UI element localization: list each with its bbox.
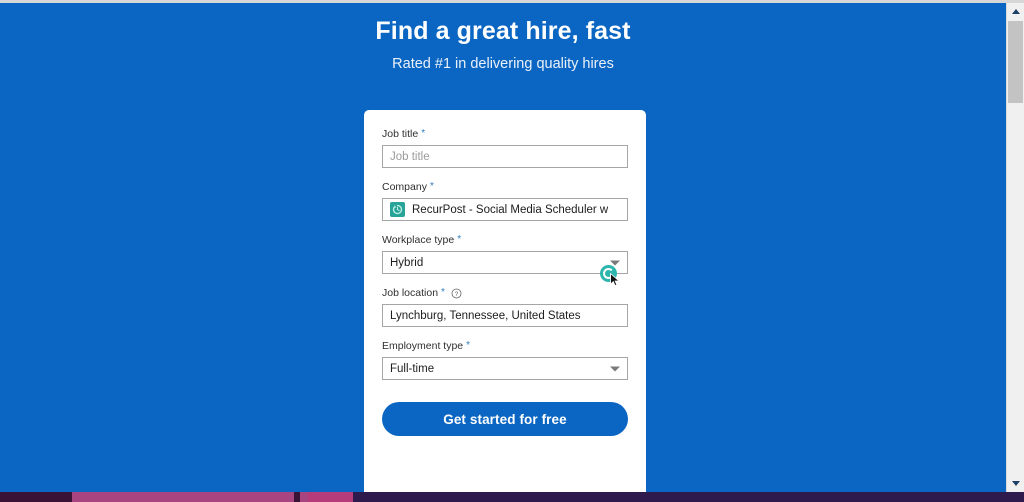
employment-type-select[interactable]: Full-time <box>382 357 628 380</box>
employment-type-value: Full-time <box>390 362 435 375</box>
field-job-title-label: Job title * <box>382 128 628 141</box>
field-job-location-label: Job location * ? <box>382 287 628 300</box>
get-started-button[interactable]: Get started for free <box>382 402 628 436</box>
workplace-type-select[interactable]: Hybrid <box>382 251 628 274</box>
help-question-icon[interactable]: ? <box>451 288 462 299</box>
field-workplace-type: Workplace type * Hybrid <box>382 234 628 274</box>
required-asterisk: * <box>429 180 434 192</box>
chevron-down-icon <box>610 260 620 265</box>
svg-text:?: ? <box>455 291 459 298</box>
field-job-location-label-text: Job location <box>382 287 439 299</box>
page-subtitle: Rated #1 in delivering quality hires <box>392 56 614 72</box>
job-post-form-card: Job title * Job title Company * RecurPos… <box>364 110 646 492</box>
job-title-input[interactable]: Job title <box>382 145 628 168</box>
taskbar-segment <box>300 492 308 502</box>
job-title-input-placeholder: Job title <box>390 150 430 163</box>
taskbar-segment <box>353 492 1024 502</box>
required-asterisk: * <box>441 286 445 298</box>
field-company-label: Company * <box>382 181 628 194</box>
scrollbar-thumb[interactable] <box>1008 21 1023 103</box>
job-location-value: Lynchburg, Tennessee, United States <box>390 309 581 322</box>
chevron-down-icon <box>610 366 620 371</box>
company-input[interactable]: RecurPost - Social Media Scheduler w <box>382 198 628 221</box>
field-employment-type: Employment type * Full-time <box>382 340 628 380</box>
workplace-type-value: Hybrid <box>390 256 424 269</box>
required-asterisk: * <box>466 339 471 351</box>
taskbar[interactable] <box>0 492 1024 502</box>
field-employment-type-label-text: Employment type <box>382 340 464 352</box>
field-workplace-type-label: Workplace type * <box>382 234 628 247</box>
browser-viewport: Find a great hire, fast Rated #1 in deli… <box>0 0 1024 502</box>
scroll-up-arrow-icon[interactable] <box>1007 3 1024 20</box>
field-job-location: Job location * ? Lynchburg, Tennessee, U… <box>382 287 628 327</box>
hero-section: Find a great hire, fast Rated #1 in deli… <box>0 3 1006 492</box>
job-location-input[interactable]: Lynchburg, Tennessee, United States <box>382 304 628 327</box>
field-company-label-text: Company <box>382 181 427 193</box>
taskbar-segment <box>72 492 294 502</box>
scroll-down-arrow-icon[interactable] <box>1007 475 1024 492</box>
field-workplace-type-label-text: Workplace type <box>382 234 455 246</box>
field-job-title: Job title * Job title <box>382 128 628 168</box>
required-asterisk: * <box>457 233 462 245</box>
field-job-title-label-text: Job title <box>382 128 419 140</box>
field-company: Company * RecurPost - Social Media Sched… <box>382 181 628 221</box>
cta-container: Get started for free <box>382 402 628 436</box>
field-employment-type-label: Employment type * <box>382 340 628 353</box>
taskbar-segment <box>0 492 72 502</box>
clock-refresh-icon <box>390 202 405 217</box>
company-input-value: RecurPost - Social Media Scheduler w <box>412 203 609 216</box>
required-asterisk: * <box>421 127 426 139</box>
vertical-scrollbar[interactable] <box>1006 3 1024 492</box>
taskbar-segment <box>308 492 353 502</box>
page-title: Find a great hire, fast <box>375 17 631 45</box>
